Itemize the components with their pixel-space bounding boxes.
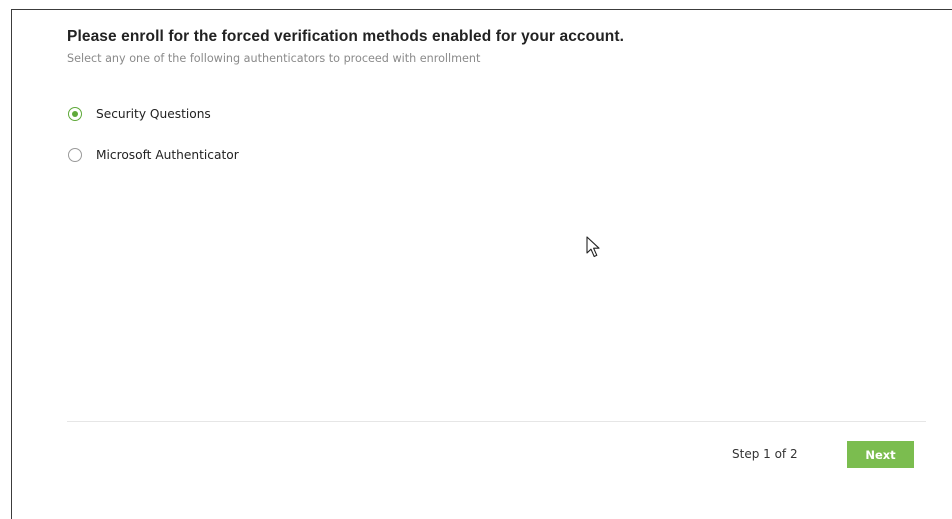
radio-security-questions[interactable] (68, 107, 82, 121)
page-title: Please enroll for the forced verificatio… (67, 28, 625, 45)
footer-divider (67, 421, 926, 422)
option-label-microsoft-authenticator: Microsoft Authenticator (96, 148, 239, 162)
authenticator-options: Security Questions Microsoft Authenticat… (68, 104, 239, 186)
step-indicator: Step 1 of 2 (732, 447, 798, 461)
enrollment-panel (11, 9, 952, 519)
mouse-pointer-icon (586, 236, 600, 258)
enrollment-header: Please enroll for the forced verificatio… (67, 27, 624, 66)
option-microsoft-authenticator[interactable]: Microsoft Authenticator (68, 145, 239, 165)
option-security-questions[interactable]: Security Questions (68, 104, 239, 124)
page-subtitle: Select any one of the following authenti… (67, 52, 481, 65)
next-button[interactable]: Next (847, 441, 914, 468)
radio-microsoft-authenticator[interactable] (68, 148, 82, 162)
option-label-security-questions: Security Questions (96, 107, 211, 121)
